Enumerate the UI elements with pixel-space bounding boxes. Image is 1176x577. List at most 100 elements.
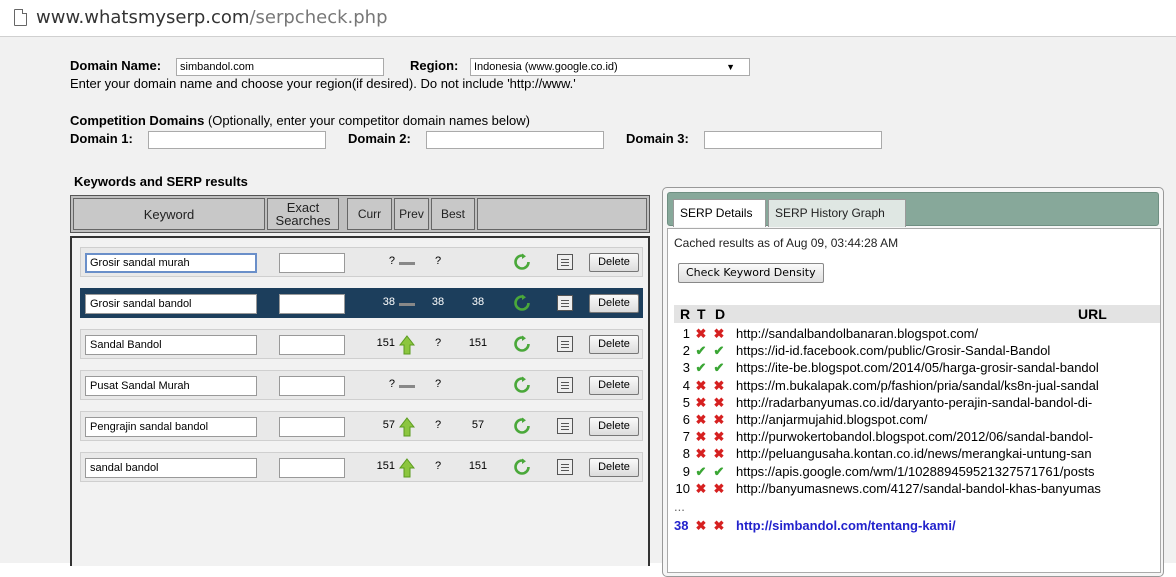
result-url[interactable]: http://anjarmujahid.blogspot.com/ <box>736 412 928 427</box>
exact-searches-input[interactable] <box>279 335 345 355</box>
exact-searches-input[interactable] <box>279 376 345 396</box>
result-rank: 3 <box>682 360 690 376</box>
delete-button[interactable]: Delete <box>589 376 639 395</box>
header-best[interactable]: Best <box>431 198 475 230</box>
keyword-row[interactable]: sandal bandol 151? 151 Delete <box>80 452 643 482</box>
notes-icon[interactable] <box>557 459 573 475</box>
best-rank: 38 <box>471 296 485 308</box>
notes-icon[interactable] <box>557 295 573 311</box>
cross-icon: ✖ <box>713 446 725 462</box>
keyword-row[interactable]: Pusat Sandal Murah?? Delete <box>80 370 643 400</box>
notes-icon[interactable] <box>557 254 573 270</box>
keyword-input[interactable]: Grosir sandal murah <box>85 253 257 273</box>
keyword-input[interactable]: sandal bandol <box>85 458 257 478</box>
result-row: 1 ✖ ✖ http://sandalbandolbanaran.blogspot.c… <box>674 326 1160 343</box>
address-bar[interactable]: www.whatsmyserp.com/serpcheck.php <box>0 0 1176 37</box>
domain3-input[interactable] <box>704 131 882 149</box>
domain2-input[interactable] <box>426 131 604 149</box>
no-change-icon <box>399 294 415 314</box>
delete-button[interactable]: Delete <box>589 294 639 313</box>
keywords-table-header: Keyword Exact Searches Curr Prev Best <box>70 195 650 233</box>
header-exact-searches[interactable]: Exact Searches <box>267 198 339 230</box>
keyword-row[interactable]: Pengrajin sandal bandol 57? 57 Delete <box>80 411 643 441</box>
notes-icon[interactable] <box>557 418 573 434</box>
result-url[interactable]: http://banyumasnews.com/4127/sandal-band… <box>736 481 1101 496</box>
delete-button[interactable]: Delete <box>589 253 639 272</box>
exact-searches-input[interactable] <box>279 253 345 273</box>
result-url[interactable]: https://ite-be.blogspot.com/2014/05/harg… <box>736 360 1099 375</box>
result-row: 2 ✔ ✔ https://id-id.facebook.com/public/Gro… <box>674 343 1160 360</box>
result-url[interactable]: https://m.bukalapak.com/p/fashion/pria/s… <box>736 378 1099 393</box>
result-url[interactable]: https://apis.google.com/wm/1/10288945952… <box>736 464 1094 479</box>
refresh-icon[interactable] <box>513 253 531 271</box>
header-prev[interactable]: Prev <box>394 198 429 230</box>
cross-icon: ✖ <box>695 326 707 341</box>
result-url[interactable]: http://peluangusaha.kontan.co.id/news/me… <box>736 446 1092 461</box>
result-url[interactable]: http://radarbanyumas.co.id/daryanto-pera… <box>736 395 1092 410</box>
domain-hint: Enter your domain name and choose your r… <box>70 76 576 91</box>
region-select[interactable]: Indonesia (www.google.co.id) ▼ <box>470 58 750 76</box>
check-icon: ✔ <box>695 343 707 359</box>
result-rank: 2 <box>682 343 690 359</box>
delete-button[interactable]: Delete <box>589 458 639 477</box>
result-url[interactable]: http://purwokertobandol.blogspot.com/201… <box>736 429 1093 444</box>
exact-searches-input[interactable] <box>279 294 345 314</box>
previous-rank: 38 <box>431 296 445 308</box>
keyword-row[interactable]: Grosir sandal murah?? Delete <box>80 247 643 277</box>
refresh-icon[interactable] <box>513 458 531 476</box>
serp-tabs: SERP Details SERP History Graph <box>667 192 1159 227</box>
results-header: R T D URL <box>674 305 1160 323</box>
previous-rank: ? <box>434 337 442 349</box>
refresh-icon[interactable] <box>513 335 531 353</box>
keyword-row[interactable]: Grosir sandal bandol 38 38 38 Delete <box>80 288 643 318</box>
header-keyword[interactable]: Keyword <box>73 198 265 230</box>
keyword-input[interactable]: Pusat Sandal Murah <box>85 376 257 396</box>
serp-details-body: Cached results as of Aug 09, 03:44:28 AM… <box>667 228 1161 573</box>
keyword-input[interactable]: Sandal Bandol <box>85 335 257 355</box>
refresh-icon[interactable] <box>513 376 531 394</box>
keyword-row[interactable]: Sandal Bandol 151? 151 Delete <box>80 329 643 359</box>
exact-searches-input[interactable] <box>279 458 345 478</box>
cross-icon: ✖ <box>713 412 725 427</box>
keyword-input[interactable]: Grosir sandal bandol <box>85 294 257 314</box>
result-rank: 5 <box>682 394 690 410</box>
domain2-label: Domain 2: <box>348 131 411 146</box>
no-change-icon <box>399 253 415 273</box>
result-row: 10 ✖ ✖ http://banyumasnews.com/4127/sandal-… <box>674 481 1160 498</box>
current-rank: 38 <box>382 296 395 308</box>
header-curr[interactable]: Curr <box>347 198 392 230</box>
result-rank: 7 <box>682 429 690 445</box>
result-url[interactable]: http://sandalbandolbanaran.blogspot.com/ <box>736 326 978 341</box>
result-url[interactable]: https://id-id.facebook.com/public/Grosir… <box>736 343 1050 358</box>
delete-button[interactable]: Delete <box>589 417 639 436</box>
delete-button[interactable]: Delete <box>589 335 639 354</box>
notes-icon[interactable] <box>557 377 573 393</box>
cross-icon: ✖ <box>695 518 707 533</box>
header-d: D <box>715 306 726 322</box>
domain-name-input[interactable]: simbandol.com <box>176 58 384 76</box>
refresh-icon[interactable] <box>513 294 531 312</box>
header-actions <box>477 198 647 230</box>
keywords-section-title: Keywords and SERP results <box>74 174 248 189</box>
domain3-label: Domain 3: <box>626 131 689 146</box>
keyword-input[interactable]: Pengrajin sandal bandol <box>85 417 257 437</box>
notes-icon[interactable] <box>557 336 573 352</box>
cross-icon: ✖ <box>695 412 707 427</box>
url-text[interactable]: www.whatsmyserp.com/serpcheck.php <box>36 7 388 28</box>
tab-serp-details[interactable]: SERP Details <box>673 199 766 227</box>
result-row: 3 ✔ ✔ https://ite-be.blogspot.com/2014/05/h… <box>674 360 1160 377</box>
exact-searches-input[interactable] <box>279 417 345 437</box>
refresh-icon[interactable] <box>513 417 531 435</box>
result-url[interactable]: http://simbandol.com/tentang-kami/ <box>736 518 956 533</box>
current-rank: ? <box>388 255 395 267</box>
result-rank: 6 <box>682 412 690 427</box>
tab-serp-history-graph[interactable]: SERP History Graph <box>768 199 906 227</box>
chevron-down-icon: ▼ <box>726 62 735 72</box>
cross-icon: ✖ <box>713 429 725 445</box>
cross-icon: ✖ <box>713 394 725 410</box>
check-keyword-density-button[interactable]: Check Keyword Density <box>678 263 824 283</box>
header-url: URL <box>1078 306 1107 322</box>
result-row: 4 ✖ ✖ https://m.bukalapak.com/p/fashion/pri… <box>674 378 1160 395</box>
domain1-input[interactable] <box>148 131 326 149</box>
page-icon <box>14 9 27 26</box>
